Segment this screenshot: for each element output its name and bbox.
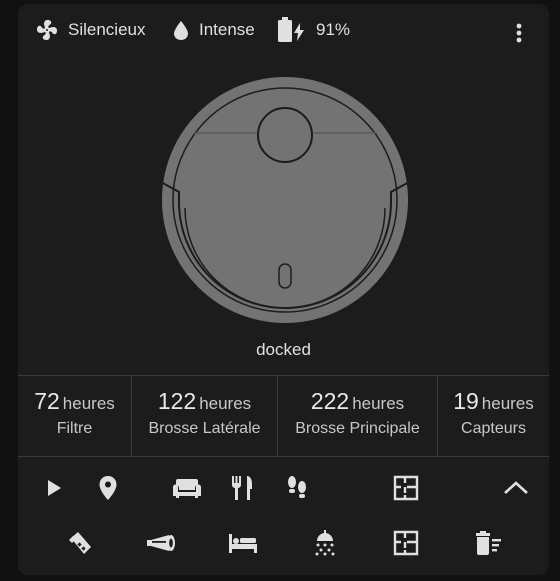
spray-icon[interactable]	[63, 526, 97, 560]
water-level-chip[interactable]: Intense	[171, 18, 255, 42]
water-drop-icon	[171, 18, 191, 42]
stat-unit: heures	[481, 394, 534, 413]
stat-side-brush[interactable]: 122 heures Brosse Latérale	[132, 376, 277, 456]
stat-label: Brosse Principale	[295, 420, 420, 437]
play-icon[interactable]	[37, 471, 71, 505]
battery-charging-icon	[276, 17, 306, 43]
stat-value: 222	[310, 388, 350, 414]
stat-label: Capteurs	[461, 420, 526, 437]
stat-label: Filtre	[56, 420, 93, 437]
bed-icon[interactable]	[226, 526, 260, 560]
fan-speed-label: Silencieux	[68, 20, 146, 39]
shower-icon[interactable]	[308, 526, 342, 560]
footprints-icon[interactable]	[280, 471, 314, 505]
water-level-label: Intense	[199, 20, 255, 39]
stat-value: 19	[453, 388, 479, 414]
vacuum-header: Silencieux Intense 91%	[18, 4, 549, 56]
stat-filter[interactable]: 72 heures Filtre	[18, 376, 131, 456]
stat-unit: heures	[62, 394, 115, 413]
consumables-stats: 72 heures Filtre 122 heures Brosse Latéral…	[18, 375, 549, 457]
robot-vacuum-image	[160, 75, 410, 325]
stat-label: Brosse Latérale	[148, 420, 261, 437]
fan-icon	[34, 18, 60, 42]
sofa-icon[interactable]	[170, 471, 204, 505]
vacuum-card: Silencieux Intense 91% docked 72 heures …	[18, 4, 549, 575]
floor-plan-icon[interactable]	[389, 471, 423, 505]
stat-unit: heures	[352, 394, 405, 413]
locate-icon[interactable]	[91, 471, 125, 505]
dining-icon[interactable]	[225, 471, 259, 505]
horn-icon[interactable]	[144, 526, 178, 560]
floor-plan-icon[interactable]	[389, 526, 423, 560]
stat-value: 122	[157, 388, 197, 414]
stat-main-brush[interactable]: 222 heures Brosse Principale	[278, 376, 437, 456]
stat-sensors[interactable]: 19 heures Capteurs	[438, 376, 549, 456]
battery-level: 91%	[316, 20, 351, 39]
fan-speed-chip[interactable]: Silencieux	[34, 18, 146, 42]
trash-list-icon[interactable]	[471, 526, 505, 560]
stat-value: 72	[34, 388, 60, 414]
stat-unit: heures	[199, 394, 252, 413]
more-vertical-icon[interactable]	[509, 21, 529, 45]
battery-chip: 91%	[276, 17, 351, 43]
chevron-up-icon[interactable]	[499, 471, 533, 505]
vacuum-status: docked	[256, 340, 311, 359]
